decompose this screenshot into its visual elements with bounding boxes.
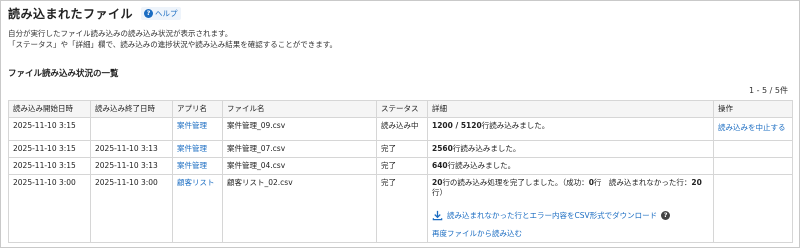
cell-file: 案件管理_07.csv: [222, 140, 377, 158]
question-circle-icon: ?: [144, 9, 154, 18]
table-row: 2025-11-10 3:00 2025-11-10 3:00 顧客リスト 顧客…: [8, 174, 793, 243]
detail-summary: 20行の読み込み処理を完了しました。（成功：0行 読み込まれなかった行：20行）: [432, 178, 709, 198]
detail-text: 行読み込みました。: [447, 161, 516, 170]
column-header-detail: 詳細: [427, 100, 714, 118]
cell-status: 完了: [376, 140, 428, 158]
detail-mid-text: 行 読み込まれなかった行：: [593, 178, 692, 187]
help-link[interactable]: ? ヘルプ: [141, 7, 181, 20]
table-header-row: 読み込み開始日時 読み込み終了日時 アプリ名 ファイル名 ステータス 詳細 操作: [8, 100, 793, 118]
table-row: 2025-11-10 3:15 案件管理 案件管理_09.csv 読み込み中 1…: [8, 117, 793, 141]
cell-start: 2025-11-10 3:15: [8, 140, 91, 158]
section-title: ファイル読み込み状況の一覧: [8, 69, 119, 79]
cell-end: 2025-11-10 3:00: [90, 174, 173, 243]
column-header-start: 読み込み開始日時: [8, 100, 91, 118]
question-circle-icon[interactable]: ?: [661, 211, 671, 220]
cell-end: 2025-11-10 3:13: [90, 157, 173, 175]
cell-file: 案件管理_09.csv: [222, 117, 377, 141]
column-header-file: ファイル名: [222, 100, 377, 118]
cell-action: [713, 157, 793, 175]
table-row: 2025-11-10 3:15 2025-11-10 3:13 案件管理 案件管…: [8, 140, 793, 158]
page-title: 読み込まれたファイル: [8, 7, 134, 21]
cell-detail: 2560行読み込みました。: [427, 140, 714, 158]
description-line-1: 自分が実行したファイル読み込みの読み込み状況が表示されます。: [8, 29, 233, 38]
detail-failed-count: 20: [691, 178, 702, 187]
page-description: 自分が実行したファイル読み込みの読み込み状況が表示されます。 「ステータス」や「…: [8, 28, 337, 50]
detail-text: 行読み込みました。: [452, 144, 521, 153]
cell-start: 2025-11-10 3:00: [8, 174, 91, 243]
cell-start: 2025-11-10 3:15: [8, 157, 91, 175]
detail-count: 2560: [432, 144, 453, 153]
app-link[interactable]: 案件管理: [177, 121, 207, 130]
detail-text: 行読み込みました。: [481, 121, 550, 130]
cell-file: 案件管理_04.csv: [222, 157, 377, 175]
cell-status: 完了: [376, 157, 428, 175]
cell-status: 読み込み中: [376, 117, 428, 141]
cell-action: [713, 140, 793, 158]
detail-end-text: 行）: [432, 188, 447, 197]
app-link[interactable]: 案件管理: [177, 144, 207, 153]
cell-file: 顧客リスト_02.csv: [222, 174, 377, 243]
app-link[interactable]: 案件管理: [177, 161, 207, 170]
pager-count: 1 - 5 / 5件: [748, 86, 788, 95]
table-row: 2025-11-10 3:15 2025-11-10 3:13 案件管理 案件管…: [8, 157, 793, 175]
import-status-table: 読み込み開始日時 読み込み終了日時 アプリ名 ファイル名 ステータス 詳細 操作…: [8, 100, 793, 243]
detail-count: 1200 / 5120: [432, 121, 482, 130]
download-icon: [432, 210, 443, 221]
title-row: 読み込まれたファイル ? ヘルプ: [8, 5, 181, 22]
column-header-app: アプリ名: [172, 100, 223, 118]
cell-start: 2025-11-10 3:15: [8, 117, 91, 141]
cell-status: 完了: [376, 174, 428, 243]
page-frame: 読み込まれたファイル ? ヘルプ 自分が実行したファイル読み込みの読み込み状況が…: [0, 0, 800, 248]
cell-action: [713, 174, 793, 243]
cell-end: [90, 117, 173, 141]
help-label: ヘルプ: [155, 9, 178, 18]
column-header-end: 読み込み終了日時: [90, 100, 173, 118]
reload-file-link[interactable]: 再度ファイルから読み込む: [432, 229, 709, 239]
cell-detail: 640行読み込みました。: [427, 157, 714, 175]
download-label: 読み込まれなかった行とエラー内容をCSV形式でダウンロード: [447, 210, 658, 220]
cell-detail: 20行の読み込み処理を完了しました。（成功：0行 読み込まれなかった行：20行）…: [427, 174, 714, 243]
description-line-2: 「ステータス」や「詳細」欄で、読み込みの進捗状況や読み込み結果を確認することがで…: [8, 40, 337, 49]
app-link[interactable]: 顧客リスト: [177, 178, 215, 187]
cell-detail: 1200 / 5120行読み込みました。: [427, 117, 714, 141]
detail-count: 20: [432, 178, 443, 187]
download-errors-link[interactable]: 読み込まれなかった行とエラー内容をCSV形式でダウンロード ?: [432, 210, 709, 221]
detail-text: 行の読み込み処理を完了しました。（成功：: [442, 178, 589, 187]
cancel-import-link[interactable]: 読み込みを中止する: [718, 123, 786, 132]
column-header-action: 操作: [713, 100, 793, 118]
detail-count: 640: [432, 161, 448, 170]
column-header-status: ステータス: [376, 100, 428, 118]
cell-end: 2025-11-10 3:13: [90, 140, 173, 158]
